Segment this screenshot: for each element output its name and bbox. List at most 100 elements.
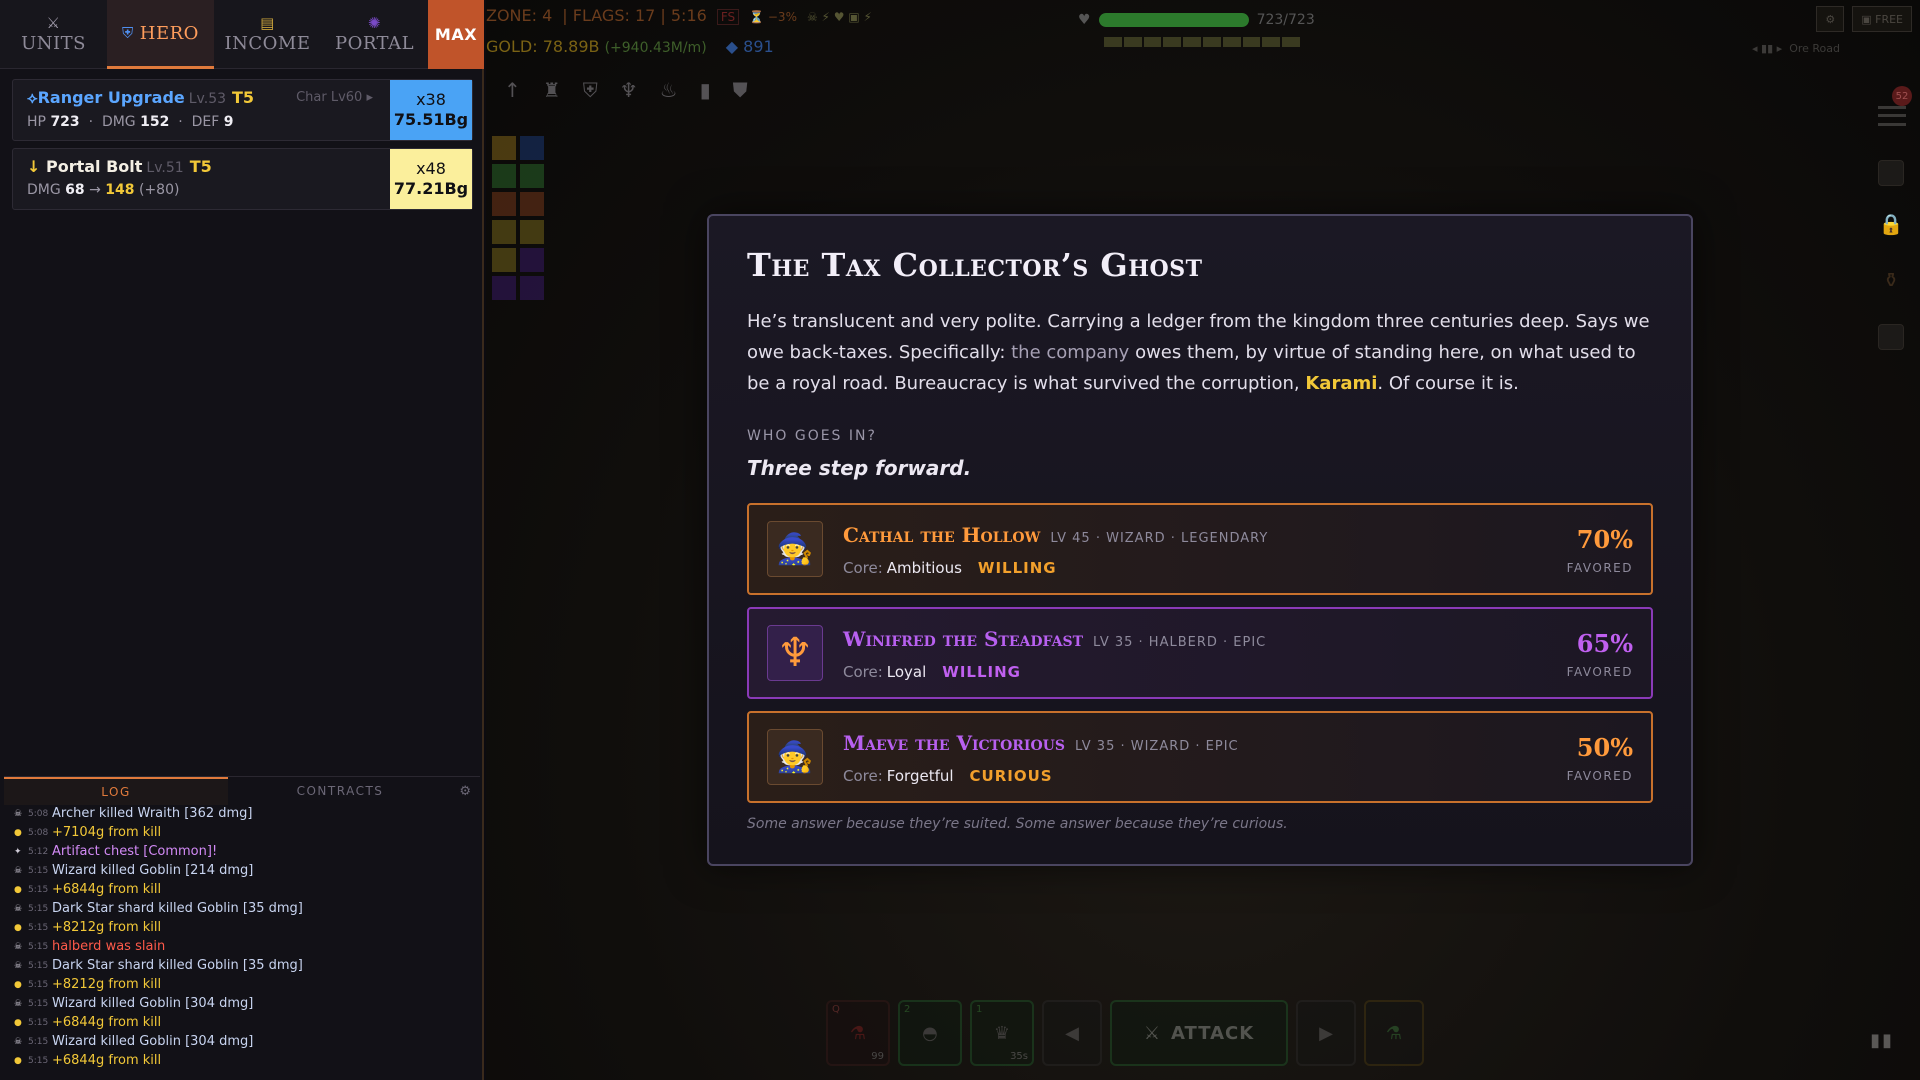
dmg-label: DMG [101,114,136,130]
upgrade-level: Lv.53 [188,91,227,107]
candidate-name: Winifred the Steadfast [843,627,1084,651]
tab-portal[interactable]: ✺ PORTAL [321,0,428,69]
gem-icon: ◆ [725,37,739,56]
tab-hero[interactable]: ⛨ HERO [107,0,214,69]
queue-slot[interactable] [520,192,544,216]
slot3-timer: 35s [1010,1051,1028,1062]
body-text-3: . Of course it is. [1377,373,1519,394]
max-button[interactable]: MAX [428,0,484,69]
candidate-percent: 70% [1576,525,1633,554]
candidate-header: Maeve the Victorious LV 35 · WIZARD · EPI… [843,731,1239,755]
queue-slot[interactable] [520,276,544,300]
torch-skill-icon[interactable]: ♆ [620,78,638,102]
banner-skill-icon[interactable]: ▮ [700,78,711,102]
buy-cost: 77.21Bg [393,179,469,198]
trident-icon: ♆ [767,625,823,681]
log-time: 5:15 [28,1036,49,1047]
log-time: 5:15 [28,903,49,914]
queue-slot[interactable] [520,248,544,272]
area-nav: ◂ ▮▮ ▸ Ore Road [1752,42,1840,55]
attack-button[interactable]: ⚔ ATTACK [1110,1000,1288,1066]
candidate-core: Core: Loyal WILLING [843,663,1021,681]
tab-contracts[interactable]: CONTRACTS [228,777,452,805]
tab-units[interactable]: ⚔ UNITS [0,0,107,69]
upgrade-tier: T5 [189,157,212,176]
buy-portal-bolt-button[interactable]: x48 77.21Bg [390,149,472,209]
upgrade-stats: HP 723 · DMG 152 · DEF 9 [27,114,234,130]
prev-button[interactable]: ◀ [1042,1000,1102,1066]
bolt-icon: ↓ [27,157,41,176]
tab-log-label: LOG [101,785,131,799]
area-controls[interactable]: ◂ ▮▮ ▸ [1752,42,1782,55]
candidate-option[interactable]: 🧙 Maeve the Victorious LV 35 · WIZARD · E… [747,711,1653,803]
fs-badge: FS [716,9,740,25]
skull-icon: ☠ [14,865,23,876]
free-button[interactable]: ▣ FREE [1852,6,1912,32]
ability-slot-2[interactable]: 2 ◓ [898,1000,962,1066]
upgrade-card-ranger: ⟡Ranger Upgrade Lv.53 T5 Char Lv60 ▸ HP 72… [12,79,473,141]
log-entry: ☠ 5:15 Wizard killed Goblin [214 dmg] [14,861,474,880]
log-entry: ☠ 5:15 Dark Star shard killed Goblin [35 d… [14,899,474,918]
crossed-swords-icon: ⚔ [1143,1022,1161,1044]
log-message: +7104g from kill [52,825,162,840]
shield-skill-icon[interactable]: ⛨ [583,78,598,102]
candidate-option[interactable]: ♆ Winifred the Steadfast LV 35 · HALBERD … [747,607,1653,699]
queue-slot[interactable] [492,220,516,244]
elixir-slot[interactable]: ⚗ [1364,1000,1424,1066]
fire-skill-icon[interactable]: ♨ [660,78,678,102]
lock-icon[interactable]: 🔒 [1878,212,1904,238]
log-settings-icon[interactable]: ⚙ [452,777,480,805]
queue-slot[interactable] [492,136,516,160]
next-button[interactable]: ▶ [1296,1000,1356,1066]
coin-icon: ● [14,922,22,933]
map-icon[interactable] [1878,324,1904,350]
max-label: MAX [434,25,478,44]
queue-slot[interactable] [492,192,516,216]
buy-ranger-upgrade-button[interactable]: x38 75.51Bg [390,80,472,140]
arrow-skill-icon[interactable]: ↑ [504,78,521,102]
hud-status-line: ZONE: 4 | FLAGS: 17 | 5:16 FS ⏳ −3% ☠ ⚡ ♥ ▣ … [486,6,882,25]
tab-log[interactable]: LOG [4,777,228,805]
game-screen: ⚔ UNITS ⛨ HERO ▤ INCOME ✺ PORTAL MAX ⟡Ra… [0,0,1920,1080]
dome-icon: ◓ [922,1022,938,1044]
tab-income[interactable]: ▤ INCOME [214,0,321,69]
log-entry: ☠ 5:15 Wizard killed Goblin [304 dmg] [14,994,474,1013]
potion-slot[interactable]: Q ⚗ 99 [826,1000,890,1066]
combat-log: ☠ 5:08 Archer killed Wraith [362 dmg] ● 5:08… [14,804,474,1070]
upgrade-tier: T5 [232,88,255,107]
dmg-to: 148 [105,182,135,198]
candidate-status: FAVORED [1566,769,1633,783]
log-entry: ● 5:15 +6844g from kill [14,1013,474,1032]
def-value: 9 [223,114,234,130]
vase-icon[interactable]: ⚱ [1878,268,1904,294]
free-label: FREE [1875,12,1903,26]
inventory-icon[interactable] [1878,160,1904,186]
log-entry: ☠ 5:15 halberd was slain [14,937,474,956]
candidate-meta: LV 35 · HALBERD · EPIC [1093,635,1267,650]
hp-label: HP [27,114,46,130]
ability-slot-3[interactable]: 1 ♛ 35s [970,1000,1034,1066]
crest-skill-icon[interactable]: ⛊ [733,78,748,102]
pause-icon[interactable]: ▮▮ [1870,1030,1894,1051]
queue-slot[interactable] [520,136,544,160]
arrow-right-icon: → [89,182,101,198]
knight-skill-icon[interactable]: ♜ [543,78,561,102]
log-entry: ☠ 5:08 Archer killed Wraith [362 dmg] [14,804,474,823]
coin-icon: ● [14,827,22,838]
menu-icon[interactable] [1878,106,1906,126]
queue-slot[interactable] [492,164,516,188]
queue-slot[interactable] [520,164,544,188]
wave-progress-bar [1104,37,1300,47]
queue-slot[interactable] [492,248,516,272]
hp-value: 723 [50,114,80,130]
queue-slot[interactable] [520,220,544,244]
event-modal: The Tax Collector’s Ghost He’s transluce… [707,214,1693,866]
settings-gear-icon[interactable]: ⚙ [1816,6,1845,32]
candidate-status: FAVORED [1566,561,1633,575]
candidate-option[interactable]: 🧙 Cathal the Hollow LV 45 · WIZARD · LEGE… [747,503,1653,595]
hero-hp: ♥ 723/723 [1078,12,1315,28]
candidate-mood: WILLING [977,559,1057,577]
core-label: Core: [843,559,883,577]
queue-slot[interactable] [492,276,516,300]
char-level-link[interactable]: Char Lv60 ▸ [296,90,373,105]
